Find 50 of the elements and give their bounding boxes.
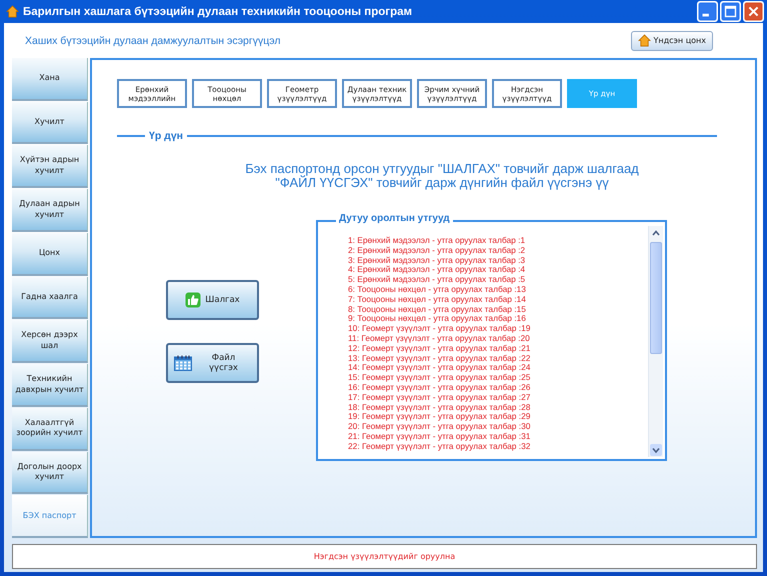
list-item: 20: Геомерт үзүүлэлт - утга оруулах талбар :30 bbox=[348, 422, 532, 432]
list-item: 11: Геомерт үзүүлэлт - утга оруулах талбар :20 bbox=[348, 334, 531, 344]
sidebar-item[interactable]: Хүйтэн адрын хучилт bbox=[12, 145, 88, 188]
action-button[interactable]: Файл үүсгэх bbox=[166, 343, 259, 383]
maximize-button[interactable] bbox=[720, 1, 741, 22]
sidebar-item[interactable]: Хучилт bbox=[12, 102, 88, 144]
list-item: 1: Ерөнхий мэдээлэл - утга оруулах талбар :1 bbox=[348, 236, 526, 246]
list-item: 15: Геомерт үзүүлэлт - утга оруулах талбар :25 bbox=[348, 373, 532, 383]
scrollbar[interactable] bbox=[648, 226, 663, 457]
minimize-button[interactable] bbox=[697, 1, 718, 22]
list-item: 9: Тооцооны нөхцөл - утга оруулах талбар :16 bbox=[348, 314, 527, 324]
list-item: 3: Ерөнхий мэдээлэл - утга оруулах талбар :3 bbox=[348, 256, 526, 266]
list-item: 8: Тооцооны нөхцөл - утга оруулах талбар :15 bbox=[348, 304, 527, 314]
sidebar-item[interactable]: Техникийн давхрын хучилт bbox=[12, 364, 88, 407]
house-icon bbox=[6, 5, 19, 18]
sidebar-item[interactable]: Херсөн дээрх шал bbox=[12, 320, 88, 364]
list-item: 18: Геомерт үзүүлэлт - утга оруулах талбар :28 bbox=[348, 402, 532, 412]
sidebar-item[interactable]: Цонх bbox=[12, 232, 88, 276]
sidebar-item[interactable]: Доголын доорх хучилт bbox=[12, 452, 88, 494]
list-item: 14: Геомерт үзүүлэлт - утга оруулах талбар :24 bbox=[348, 363, 532, 374]
list-item: 6: Тооцооны нөхцөл - утга оруулах талбар :13 bbox=[348, 284, 527, 295]
close-button[interactable] bbox=[743, 1, 764, 22]
status-text: Нэгдсэн үзүүлэлтүүдийг оруулна bbox=[314, 552, 456, 561]
list-item: 17: Геомерт үзүүлэлт - утга оруулах талбар :27 bbox=[348, 392, 532, 403]
instruction-text: Бэх паспортонд орсон утгуудыг "ШАЛГАХ" товчийг дарж шалгаад "ФАЙЛ ҮҮСГЭХ" товчийг дарж дүнгийн файл үүсгэнэ үү bbox=[244, 162, 640, 190]
list-item: 21: Геомерт үзүүлэлт - утга оруулах талбар :31 bbox=[348, 432, 532, 442]
scroll-down-icon[interactable] bbox=[649, 443, 663, 457]
home-button[interactable]: Үндсэн цонх bbox=[631, 30, 713, 50]
thumbs-up-icon bbox=[185, 292, 202, 308]
sidebar-item[interactable]: Халаалтгүй зоорийн хучилт bbox=[12, 408, 88, 451]
house-icon bbox=[638, 34, 652, 47]
list-item: 4: Ерөнхий мэдээлэл - утга оруулах талбар :4 bbox=[348, 265, 526, 276]
calendar-icon bbox=[174, 355, 192, 371]
sidebar-item[interactable]: Хана bbox=[12, 58, 88, 101]
section-title: Үр дүн bbox=[149, 130, 184, 142]
page-title: Хаших бүтээцийн дулаан дамжуулалтын эсэргүүцэл bbox=[25, 34, 280, 46]
sidebar-item[interactable]: Дулаан адрын хучилт bbox=[12, 189, 88, 232]
list-item: 12: Геомерт үзүүлэлт - утга оруулах талбар :21 bbox=[348, 344, 532, 354]
list-item: 10: Геомерт үзүүлэлт - утга оруулах талбар :19 bbox=[348, 324, 532, 334]
list-item: 5: Ерөнхий мэдээлэл - утга оруулах талбар :5 bbox=[348, 275, 526, 285]
window-title: Барилгын хашлага бүтээцийн дулаан техникийн тооцооны програм bbox=[23, 6, 412, 18]
action-button[interactable]: Шалгах bbox=[166, 280, 259, 320]
list-item: 7: Тооцооны нөхцөл - утга оруулах талбар :14 bbox=[348, 294, 527, 305]
list-item: 16: Геомерт үзүүлэлт - утга оруулах талбар :26 bbox=[348, 382, 532, 393]
list-item: 2: Ерөнхий мэдээлэл - утга оруулах талбар :2 bbox=[348, 246, 526, 256]
list-item: 13: Геомерт үзүүлэлт - утга оруулах талбар :22 bbox=[348, 354, 532, 364]
sidebar-item[interactable]: Гадна хаалга bbox=[12, 276, 88, 320]
list-item: 22: Геомерт үзүүлэлт - утга оруулах талбар :32 bbox=[348, 442, 532, 452]
list-item: 19: Геомерт үзүүлэлт - утга оруулах талбар :29 bbox=[348, 412, 532, 422]
group-title: Дутуу оролтын утгууд bbox=[336, 213, 453, 224]
